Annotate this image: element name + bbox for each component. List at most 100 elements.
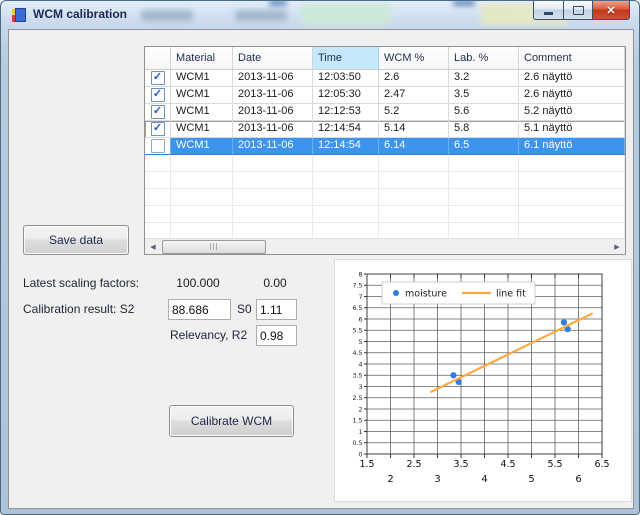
cell-material[interactable]: WCM1 — [171, 121, 233, 138]
column-header-lab[interactable]: Lab. % — [449, 47, 519, 69]
maximize-button[interactable] — [563, 1, 593, 20]
row-checkbox[interactable]: ✓ — [151, 122, 165, 136]
cell-time[interactable]: 12:05:30 — [313, 87, 379, 104]
cell-comment[interactable]: 5.2 näyttö — [519, 104, 625, 121]
s2-value-field[interactable] — [168, 299, 231, 320]
row-checkbox[interactable]: ✓ — [151, 105, 165, 119]
title-bar[interactable]: WCM calibration ✕ — [1, 1, 639, 29]
svg-text:1.5: 1.5 — [359, 459, 374, 470]
column-header-comment[interactable]: Comment — [519, 47, 625, 69]
save-data-button[interactable]: Save data — [23, 225, 129, 255]
cell-date[interactable]: 2013-11-06 — [233, 87, 313, 104]
empty-cell — [145, 206, 171, 223]
cell-lab[interactable]: 5.6 — [449, 104, 519, 121]
cell-material[interactable]: WCM1 — [171, 87, 233, 104]
r2-value-field[interactable] — [256, 325, 297, 346]
svg-text:2: 2 — [358, 406, 362, 413]
cell-lab[interactable]: 5.8 — [449, 121, 519, 138]
window-controls: ✕ — [533, 1, 630, 20]
cell-date[interactable]: 2013-11-06 — [233, 70, 313, 87]
cell-time[interactable]: 12:14:54 — [313, 138, 379, 155]
svg-text:5.5: 5.5 — [352, 328, 362, 335]
checkbox-cell[interactable]: ✓ — [145, 70, 171, 87]
empty-cell — [145, 189, 171, 206]
close-button[interactable]: ✕ — [593, 1, 630, 20]
cell-comment[interactable]: 6.1 näyttö — [519, 138, 625, 155]
calibration-result-label: Calibration result: S2 — [23, 302, 134, 316]
empty-cell — [171, 172, 233, 189]
cell-lab[interactable]: 3.5 — [449, 87, 519, 104]
svg-text:4: 4 — [358, 361, 362, 368]
row-checkbox[interactable]: ✓ — [151, 88, 165, 102]
cell-comment[interactable]: 2.6 näyttö — [519, 87, 625, 104]
svg-text:3: 3 — [358, 384, 362, 391]
empty-cell — [171, 155, 233, 172]
cell-time[interactable]: 12:12:53 — [313, 104, 379, 121]
table-row[interactable]: ✓ WCM12013-11-0612:12:535.25.65.2 näyttö — [145, 104, 625, 121]
cell-comment[interactable]: 5.1 näyttö — [519, 121, 625, 138]
cell-time[interactable]: 12:14:54 — [313, 121, 379, 138]
cell-material[interactable]: WCM1 — [171, 138, 233, 155]
empty-cell — [519, 189, 625, 206]
svg-text:0.5: 0.5 — [352, 440, 362, 447]
cell-wcm[interactable]: 6.14 — [379, 138, 449, 155]
horizontal-scrollbar[interactable]: ◀ ▶ — [145, 238, 625, 254]
svg-text:5.5: 5.5 — [547, 459, 562, 470]
empty-cell — [171, 206, 233, 223]
relevancy-label: Relevancy, R2 — [170, 328, 247, 342]
empty-cell — [379, 206, 449, 223]
checkbox-cell[interactable] — [145, 138, 171, 155]
empty-cell — [233, 155, 313, 172]
svg-text:4.5: 4.5 — [500, 459, 515, 470]
svg-text:6.5: 6.5 — [594, 459, 609, 470]
calibration-data-grid[interactable]: MaterialDateTimeWCM %Lab. %Comment ✓ WCM1… — [144, 46, 626, 255]
checkbox-cell[interactable]: ✓ — [145, 104, 171, 121]
cell-wcm[interactable]: 2.47 — [379, 87, 449, 104]
empty-cell — [145, 155, 171, 172]
scrollbar-thumb[interactable] — [162, 240, 266, 254]
empty-cell — [233, 206, 313, 223]
cell-wcm[interactable]: 2.6 — [379, 70, 449, 87]
table-row[interactable]: ✓ WCM12013-11-0612:05:302.473.52.6 näyttö — [145, 87, 625, 104]
table-row[interactable]: ✓ WCM12013-11-0612:03:502.63.22.6 näyttö — [145, 70, 625, 87]
table-row[interactable]: ✓ WCM12013-11-0612:14:545.145.85.1 näyttö — [145, 121, 625, 138]
column-header-checkbox[interactable] — [145, 47, 171, 69]
empty-cell — [379, 172, 449, 189]
cell-material[interactable]: WCM1 — [171, 104, 233, 121]
cell-lab[interactable]: 3.2 — [449, 70, 519, 87]
cell-wcm[interactable]: 5.14 — [379, 121, 449, 138]
calibrate-wcm-button[interactable]: Calibrate WCM — [169, 405, 294, 437]
wcm-calibration-window: WCM calibration ✕ MaterialDateTimeWCM %L… — [0, 0, 640, 515]
cell-date[interactable]: 2013-11-06 — [233, 138, 313, 155]
grid-body: ✓WCM12013-11-0612:03:502.63.22.6 näyttö✓… — [145, 70, 625, 240]
s0-label: S0 — [237, 302, 252, 316]
svg-text:3: 3 — [434, 474, 440, 485]
scroll-left-arrow-icon[interactable]: ◀ — [145, 239, 161, 254]
svg-text:6: 6 — [358, 316, 362, 323]
cell-lab[interactable]: 6.5 — [449, 138, 519, 155]
table-row[interactable]: WCM12013-11-0612:14:546.146.56.1 näyttö — [145, 138, 625, 155]
cell-time[interactable]: 12:03:50 — [313, 70, 379, 87]
row-checkbox[interactable] — [151, 139, 165, 153]
column-header-material[interactable]: Material — [171, 47, 233, 69]
scroll-right-arrow-icon[interactable]: ▶ — [609, 239, 625, 254]
column-header-time[interactable]: Time — [313, 47, 379, 69]
cell-comment[interactable]: 2.6 näyttö — [519, 70, 625, 87]
empty-cell — [313, 189, 379, 206]
cell-date[interactable]: 2013-11-06 — [233, 121, 313, 138]
checkbox-cell[interactable]: ✓ — [145, 87, 171, 104]
minimize-button[interactable] — [533, 1, 563, 20]
svg-text:2: 2 — [387, 474, 393, 485]
cell-material[interactable]: WCM1 — [171, 70, 233, 87]
empty-row — [145, 206, 625, 223]
svg-text:4.5: 4.5 — [352, 350, 362, 357]
empty-cell — [313, 206, 379, 223]
checkbox-cell[interactable]: ✓ — [145, 121, 171, 138]
row-checkbox[interactable]: ✓ — [151, 71, 165, 85]
cell-date[interactable]: 2013-11-06 — [233, 104, 313, 121]
svg-text:1: 1 — [358, 429, 362, 436]
cell-wcm[interactable]: 5.2 — [379, 104, 449, 121]
column-header-date[interactable]: Date — [233, 47, 313, 69]
column-header-wcm[interactable]: WCM % — [379, 47, 449, 69]
s0-value-field[interactable] — [256, 299, 297, 320]
